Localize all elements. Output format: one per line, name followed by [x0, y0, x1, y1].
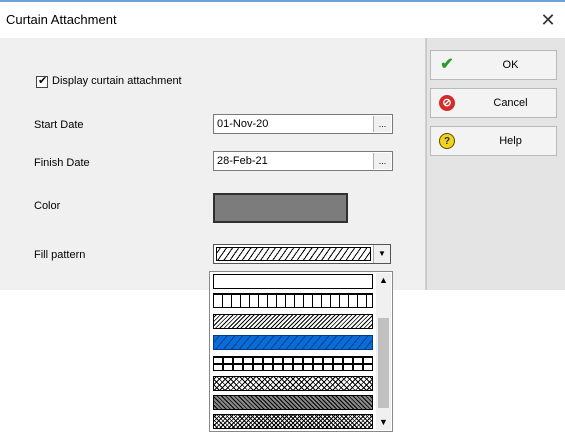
scroll-down-icon[interactable]: ▼: [376, 415, 391, 430]
help-button-label: Help: [499, 135, 522, 147]
checkmark-icon: ✔: [440, 56, 454, 73]
cancel-icon: ⊘: [439, 95, 455, 111]
dropdown-scrollbar[interactable]: ▲ ▼: [376, 273, 391, 430]
scroll-up-icon[interactable]: ▲: [376, 273, 391, 288]
pattern-option-blank[interactable]: [213, 274, 373, 289]
pattern-option-dense-dark[interactable]: [213, 395, 373, 410]
fill-pattern-dropdown-list[interactable]: ▲ ▼: [209, 271, 393, 432]
ok-button-label: OK: [502, 59, 519, 71]
window-title: Curtain Attachment: [6, 12, 117, 27]
help-button[interactable]: ? Help: [430, 126, 557, 156]
finish-date-value: 28-Feb-21: [217, 155, 268, 167]
start-date-field[interactable]: 01-Nov-20 ...: [213, 114, 393, 134]
pattern-option-diagonal-crosshatch-fine[interactable]: [213, 314, 373, 329]
close-icon[interactable]: ✕: [535, 8, 561, 32]
color-label: Color: [34, 200, 61, 212]
ok-button[interactable]: ✔ OK: [430, 50, 557, 80]
title-bar: Curtain Attachment ✕: [0, 2, 565, 38]
fill-pattern-select[interactable]: ▼: [213, 244, 391, 264]
display-curtain-checkbox[interactable]: ✔: [36, 75, 48, 88]
selected-pattern-preview: [216, 247, 371, 261]
chevron-down-icon[interactable]: ▼: [373, 245, 390, 263]
scrollbar-thumb[interactable]: [378, 318, 389, 408]
start-date-value: 01-Nov-20: [217, 118, 269, 130]
cancel-button[interactable]: ⊘ Cancel: [430, 88, 557, 118]
cancel-button-label: Cancel: [493, 97, 528, 109]
pattern-option-crosshatch[interactable]: [213, 376, 373, 391]
start-date-label: Start Date: [34, 119, 84, 131]
help-icon: ?: [439, 133, 455, 149]
pattern-option-vertical-lines[interactable]: [213, 293, 373, 308]
finish-date-picker-button[interactable]: ...: [373, 153, 391, 169]
pattern-option-crosshatch-dense[interactable]: [213, 414, 373, 429]
start-date-picker-button[interactable]: ...: [373, 116, 391, 132]
color-swatch[interactable]: [213, 193, 348, 223]
fill-pattern-label: Fill pattern: [34, 249, 86, 261]
display-curtain-label[interactable]: Display curtain attachment: [52, 75, 182, 87]
checkmark-icon: ✔: [38, 75, 48, 87]
pattern-option-grid[interactable]: [213, 356, 373, 371]
finish-date-label: Finish Date: [34, 157, 90, 169]
pattern-option-selected[interactable]: [213, 335, 373, 350]
finish-date-field[interactable]: 28-Feb-21 ...: [213, 151, 393, 171]
